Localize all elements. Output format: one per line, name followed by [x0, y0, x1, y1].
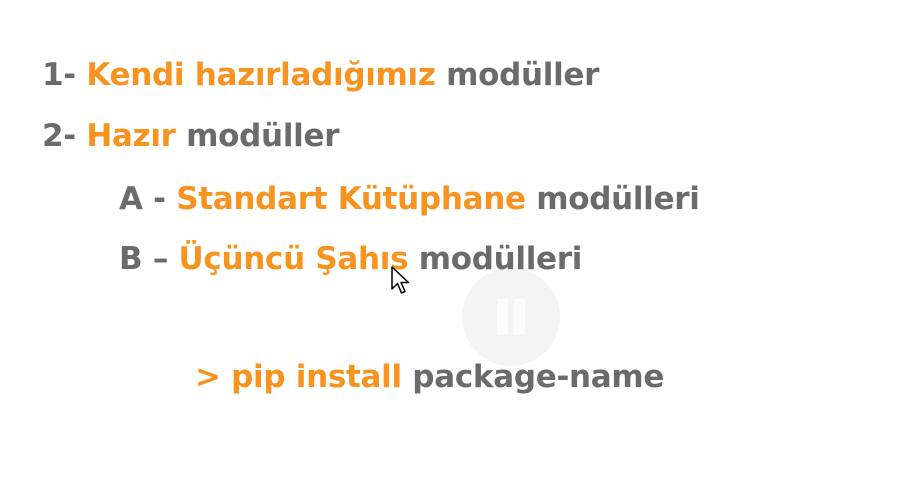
mouse-cursor-icon — [391, 266, 410, 294]
sublist-item-b-letter: B – — [119, 241, 179, 277]
sublist-item-a-letter: A - — [119, 181, 177, 217]
sublist-item-a: A - Standart Kütüphane modülleri — [119, 180, 700, 218]
list-item-2-highlight: Hazır — [86, 118, 176, 154]
list-item-2-text: modüller — [175, 118, 340, 154]
list-item-1: 1- Kendi hazırladığımız modüller — [42, 56, 599, 94]
sublist-item-a-text: modülleri — [525, 181, 700, 217]
list-item-2-number: 2- — [42, 118, 87, 154]
sublist-item-a-highlight: Standart Kütüphane — [176, 181, 526, 217]
pause-icon[interactable] — [462, 268, 560, 366]
pause-bar-right — [514, 299, 525, 335]
list-item-2: 2- Hazır modüller — [42, 117, 340, 155]
pause-bar-left — [497, 299, 508, 335]
list-item-1-highlight: Kendi hazırladığımız — [86, 57, 436, 93]
command-argument: package-name — [401, 359, 665, 395]
command-line: > pip install package-name — [195, 358, 664, 396]
sublist-item-b-highlight: Üçüncü Şahıs — [178, 241, 409, 277]
command-text: > pip install — [195, 359, 402, 395]
list-item-1-number: 1- — [42, 57, 87, 93]
list-item-1-text: modüller — [435, 57, 600, 93]
